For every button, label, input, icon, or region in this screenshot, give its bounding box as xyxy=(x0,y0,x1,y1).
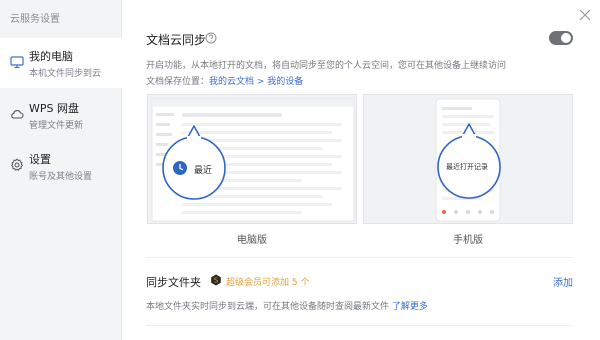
cloud-icon xyxy=(11,110,24,119)
sidebar-item-settings[interactable]: 设置 账号及其他设置 xyxy=(0,141,122,191)
mobile-bubble-label: 最近打开记录 xyxy=(446,163,488,171)
vip-badge-icon: S xyxy=(211,274,221,286)
sync-folder-description-text: 本地文件夹实时同步到云端，可在其他设备随时查阅最新文件 xyxy=(146,302,390,312)
desktop-caption: 电脑版 xyxy=(237,235,267,246)
sidebar-item-label: WPS 网盘 xyxy=(29,102,79,115)
mobile-caption: 手机版 xyxy=(453,235,483,246)
section-divider xyxy=(146,325,573,326)
sync-folder-title: 同步文件夹 xyxy=(146,276,201,289)
monitor-icon xyxy=(10,56,24,69)
sidebar-title: 云服务设置 xyxy=(10,14,60,25)
help-icon[interactable] xyxy=(205,32,217,44)
gear-icon xyxy=(11,158,23,171)
desktop-preview: 最近 xyxy=(147,94,357,224)
sidebar-item-sub: 本机文件同步到云 xyxy=(29,69,102,79)
save-location-link[interactable]: 我的云文档 > 我的设备 xyxy=(209,77,303,87)
sidebar-item-sub: 账号及其他设置 xyxy=(29,172,93,182)
desktop-preview-illustration xyxy=(151,98,355,222)
sidebar-item-label: 设置 xyxy=(29,153,51,166)
main-panel: 文档云同步 开启功能，从本地打开的文档，将自动同步至您的个人云空间，您可在其他设… xyxy=(122,0,600,340)
sidebar-item-sub: 管理文件更新 xyxy=(29,121,84,131)
learn-more-link[interactable]: 了解更多 xyxy=(392,302,428,312)
close-icon[interactable] xyxy=(578,8,592,22)
sync-description: 开启功能，从本地打开的文档，将自动同步至您的个人云空间，您可在其他设备上继续访问 xyxy=(146,61,507,71)
save-location-label: 文档保存位置： xyxy=(146,77,210,87)
cloud-sync-toggle[interactable] xyxy=(549,31,573,45)
add-folder-button[interactable]: 添加 xyxy=(553,274,573,289)
sidebar-item-wps-drive[interactable]: WPS 网盘 管理文件更新 xyxy=(0,90,122,140)
desktop-bubble-label: 最近 xyxy=(194,166,213,176)
sync-folder-description: 本地文件夹实时同步到云端，可在其他设备随时查阅最新文件 了解更多 xyxy=(146,299,428,312)
sidebar: 云服务设置 我的电脑 本机文件同步到云 WPS 网盘 管理文件更新 设置 账号及… xyxy=(0,0,122,340)
save-location: 文档保存位置：我的云文档 > 我的设备 xyxy=(146,74,303,87)
sidebar-item-label: 我的电脑 xyxy=(29,50,73,63)
sidebar-item-my-computer[interactable]: 我的电脑 本机文件同步到云 xyxy=(0,38,122,88)
section-title: 文档云同步 xyxy=(146,33,207,47)
toggle-knob xyxy=(561,33,571,43)
vip-limit-text[interactable]: 超级会员可添加 5 个 xyxy=(226,275,309,288)
mobile-preview-illustration xyxy=(435,98,501,222)
section-divider xyxy=(146,257,573,258)
svg-text:S: S xyxy=(214,277,219,285)
mobile-preview: 最近打开记录 xyxy=(363,94,573,224)
